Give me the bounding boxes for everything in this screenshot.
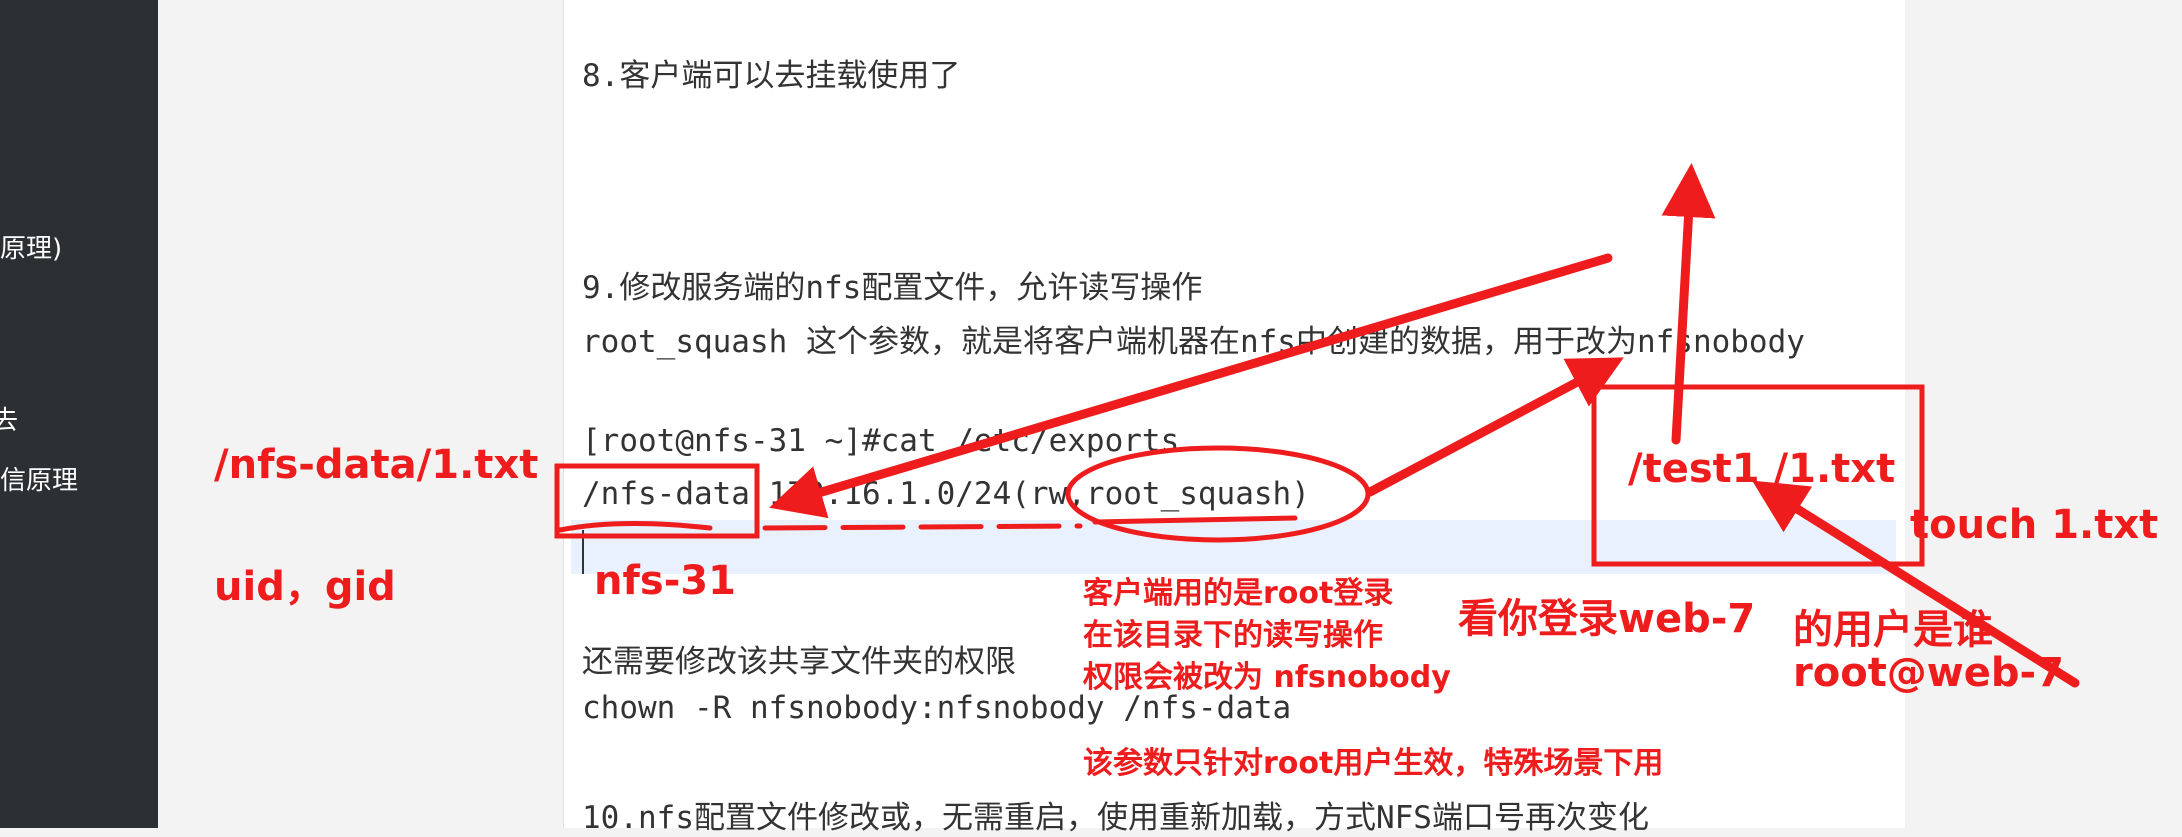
underline-stroke	[557, 520, 713, 533]
squash-underline	[1092, 515, 1298, 525]
annotation-root-web7: root@web-7	[1793, 650, 2064, 696]
annotation-scope-note: 该参数只针对root用户生效，特殊场景下用	[1083, 746, 1664, 781]
annotation-client-note: 在该目录下的读写操作	[1083, 618, 1383, 653]
annotation-client-note: 客户端用的是root登录	[1083, 576, 1394, 611]
arrow-to-nfs-config	[1365, 357, 1624, 497]
annotation-client-note: 权限会被改为 nfsnobody	[1083, 660, 1451, 695]
annotation-nfs31: nfs-31	[594, 558, 736, 604]
annotation-uid-gid: uid，gid	[214, 564, 396, 610]
annotation-nfs-path: /nfs-data/1.txt	[214, 442, 539, 488]
annotation-web7-login: 看你登录web-7	[1458, 596, 1756, 642]
annotation-overlay	[554, 163, 2080, 688]
annotation-touch: touch 1.txt	[1910, 502, 2159, 548]
arrow-up	[1661, 163, 1716, 445]
options-circle	[1065, 445, 1371, 543]
annotation-user-is: 的用户是谁	[1793, 607, 1993, 653]
arrow-to-nfs-data	[769, 253, 1613, 519]
dashed-underline	[762, 523, 1083, 531]
annotation-test-path: /test1 /1.txt	[1628, 446, 1896, 492]
